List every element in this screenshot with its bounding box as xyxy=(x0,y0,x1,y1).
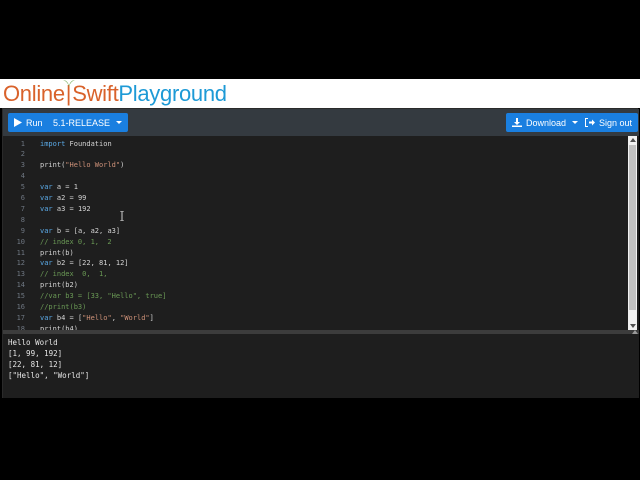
line-number: 12 xyxy=(16,259,25,268)
code-text: var b = [a, a2, a3] xyxy=(40,226,121,235)
line-number: 17 xyxy=(16,313,25,322)
line-number: 3 xyxy=(20,161,25,170)
code-text: var a3 = 192 xyxy=(40,204,91,213)
line-number: 16 xyxy=(16,303,25,311)
code-line[interactable]: 1 import Foundation xyxy=(3,138,628,149)
code-line[interactable]: 3 print("Hello World") xyxy=(3,160,628,171)
line-number: 4 xyxy=(20,172,25,181)
scroll-down-arrow-icon[interactable] xyxy=(629,324,636,328)
sign-out-icon xyxy=(585,118,595,127)
code-text: print(b) xyxy=(40,248,74,257)
download-label: Download xyxy=(526,117,567,128)
line-number: 6 xyxy=(20,194,25,202)
code-line[interactable]: 13 // index 0, 1, xyxy=(3,269,628,280)
download-icon xyxy=(512,118,522,127)
code-text: print(b2) xyxy=(40,281,78,290)
chevron-down-icon xyxy=(116,121,123,124)
playground-app: Run 5.1-RELEASE Download Sign out 1 impo… xyxy=(2,108,639,398)
chevron-down-icon xyxy=(572,121,579,124)
line-number: 15 xyxy=(16,292,25,301)
code-text: // index 0, 1, 2 xyxy=(40,237,112,246)
code-line[interactable]: 4 xyxy=(3,171,628,182)
code-text: var a2 = 99 xyxy=(40,194,87,202)
code-text: var b2 = [22, 81, 12] xyxy=(40,259,129,268)
header: Online | Swift Playground xyxy=(0,79,640,108)
text-cursor-icon xyxy=(120,211,124,221)
code-line[interactable]: 17 var b4 = ["Hello", "World"] xyxy=(3,312,628,323)
version-dropdown[interactable]: 5.1-RELEASE xyxy=(47,113,129,132)
code-line[interactable]: 5 var a = 1 xyxy=(3,182,628,193)
code-line[interactable]: 10 // index 0, 1, 2 xyxy=(3,236,628,247)
line-number: 10 xyxy=(16,237,25,246)
code-line[interactable]: 9 var b = [a, a2, a3] xyxy=(3,225,628,236)
leaf-icon xyxy=(63,80,75,87)
code-line[interactable]: 14 print(b2) xyxy=(3,280,628,291)
console-output: Hello World [1, 99, 192] [22, 81, 12] ["Hel… xyxy=(3,334,639,398)
letterbox-top xyxy=(0,0,640,79)
code-line[interactable]: 11 print(b) xyxy=(3,247,628,258)
line-number: 13 xyxy=(16,270,25,279)
line-number: 14 xyxy=(16,281,25,290)
line-number: 2 xyxy=(20,150,25,159)
toolbar: Run 5.1-RELEASE Download Sign out xyxy=(3,109,639,136)
code-editor[interactable]: 1 import Foundation 2 3 print("Hello World")… xyxy=(3,136,639,333)
version-label: 5.1-RELEASE xyxy=(53,117,111,128)
code-line[interactable]: 6 var a2 = 99 xyxy=(3,193,628,204)
download-dropdown[interactable]: Download xyxy=(506,113,585,132)
sign-out-label: Sign out xyxy=(599,117,633,128)
site-logo[interactable]: Online | Swift Playground xyxy=(3,79,227,108)
output-line: ["Hello", "World"] xyxy=(8,371,90,380)
output-line: [22, 81, 12] xyxy=(8,360,63,369)
code-text: // index 0, 1, xyxy=(40,270,108,279)
line-number: 8 xyxy=(20,215,25,224)
scrollbar-thumb[interactable] xyxy=(629,145,636,310)
line-number: 5 xyxy=(20,183,25,192)
code-line[interactable]: 2 xyxy=(3,149,628,160)
sign-out-button[interactable]: Sign out xyxy=(579,113,639,132)
code-line[interactable]: 15 //var b3 = [33, "Hello", true] xyxy=(3,291,628,302)
code-line[interactable]: 12 var b2 = [22, 81, 12] xyxy=(3,258,628,269)
editor-scrollbar[interactable] xyxy=(628,136,637,330)
page: Online | Swift Playground Run 5.1-RELEAS… xyxy=(0,0,640,480)
code-text: //var b3 = [33, "Hello", true] xyxy=(40,292,167,301)
line-number: 1 xyxy=(20,139,25,148)
play-icon xyxy=(14,118,22,127)
code-text: //print(b3) xyxy=(40,303,87,311)
logo-word-swift: Swift xyxy=(72,80,119,106)
code-text: var a = 1 xyxy=(40,183,78,192)
code-text: var b4 = ["Hello", "World"] xyxy=(40,313,154,322)
run-button-label: Run xyxy=(26,117,43,128)
output-line: [1, 99, 192] xyxy=(8,349,63,358)
code-line[interactable]: 8 xyxy=(3,214,628,225)
code-line[interactable]: 16 //print(b3) xyxy=(3,302,628,313)
logo-word-playground: Playground xyxy=(118,80,227,106)
line-number: 11 xyxy=(16,248,25,257)
line-number: 7 xyxy=(20,204,25,213)
code-text: print("Hello World") xyxy=(40,161,125,170)
code-line[interactable]: 7 var a3 = 192 xyxy=(3,203,628,214)
run-button[interactable]: Run xyxy=(8,113,49,132)
output-line: Hello World xyxy=(8,338,58,347)
line-number: 9 xyxy=(20,226,25,235)
scroll-up-arrow-icon[interactable] xyxy=(629,138,636,142)
logo-word-online: Online xyxy=(3,80,65,106)
code-text: import Foundation xyxy=(40,139,112,148)
